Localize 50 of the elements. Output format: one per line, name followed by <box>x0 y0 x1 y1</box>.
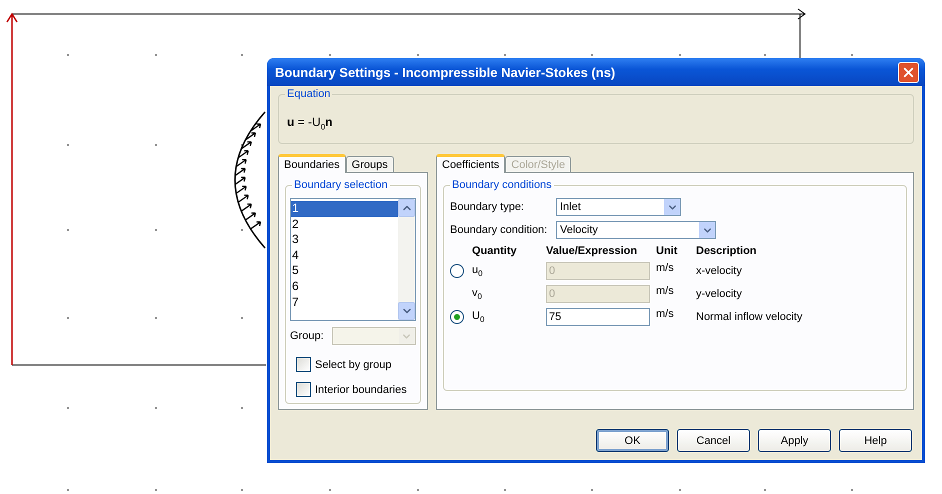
close-button[interactable] <box>898 62 919 82</box>
list-item[interactable]: 7 <box>291 294 398 310</box>
group-legend: Boundary selection <box>292 179 390 191</box>
list-item[interactable]: 6 <box>291 278 398 295</box>
list-item[interactable]: 2 <box>291 216 398 232</box>
field-label: Boundary type: <box>450 201 524 213</box>
checkbox-label: Select by group <box>315 358 392 370</box>
group-label: Group: <box>290 330 324 342</box>
unit-text: m/s <box>656 262 675 274</box>
dropdown[interactable]: Inlet <box>556 198 681 216</box>
column-header: Value/Expression <box>546 245 638 257</box>
dialog-button[interactable]: Apply <box>758 429 831 452</box>
list-item[interactable]: 1 <box>291 201 398 217</box>
description-text: x-velocity <box>696 265 743 277</box>
quantity-symbol: u$_{0}$ <box>472 264 484 278</box>
dropdown-value: Inlet <box>560 201 581 213</box>
dropdown[interactable]: Velocity <box>556 221 716 239</box>
column-header: Quantity <box>472 245 518 257</box>
tab[interactable]: Coefficients <box>436 154 506 173</box>
group-legend: Equation <box>285 88 332 100</box>
scrollbar[interactable] <box>398 199 415 320</box>
checkbox[interactable] <box>296 382 311 397</box>
quantity-symbol: U$_{0}$ <box>472 310 486 324</box>
unit-text: m/s <box>656 285 675 297</box>
window-title: Boundary Settings - Incompressible Navier-Stokes (ns) <box>275 64 616 80</box>
quantity-symbol: v$_{0}$ <box>472 286 483 302</box>
list-item[interactable]: 5 <box>291 263 398 279</box>
dropdown-value: Velocity <box>560 224 598 236</box>
field-label: Boundary condition: <box>450 224 548 236</box>
boundary-list[interactable]: 1 2 3 4 5 6 7 <box>290 198 416 321</box>
scroll-up-button[interactable] <box>398 199 415 217</box>
list-item[interactable]: 3 <box>291 232 398 248</box>
group-legend: Boundary conditions <box>450 179 554 191</box>
unit-text: m/s <box>656 308 675 320</box>
dialog-button[interactable]: Help <box>839 429 912 452</box>
list-item[interactable]: 4 <box>291 248 398 264</box>
radio-button[interactable] <box>450 310 464 324</box>
checkbox-label: Interior boundaries <box>315 384 407 396</box>
tab[interactable]: Groups <box>346 156 394 172</box>
checkbox[interactable] <box>296 357 311 372</box>
scroll-down-button[interactable] <box>398 302 415 320</box>
column-header: Description <box>696 245 758 257</box>
dialog-button[interactable]: OK <box>596 429 669 452</box>
description-text: y-velocity <box>696 288 743 300</box>
description-text: Normal inflow velocity <box>696 311 804 323</box>
column-header: Unit <box>656 245 678 257</box>
dialog-button[interactable]: Cancel <box>677 429 750 452</box>
value-field[interactable]: 75 <box>546 308 650 326</box>
tab[interactable]: Boundaries <box>278 154 346 173</box>
equation-text: u = -U$_{0}$n <box>287 115 334 134</box>
